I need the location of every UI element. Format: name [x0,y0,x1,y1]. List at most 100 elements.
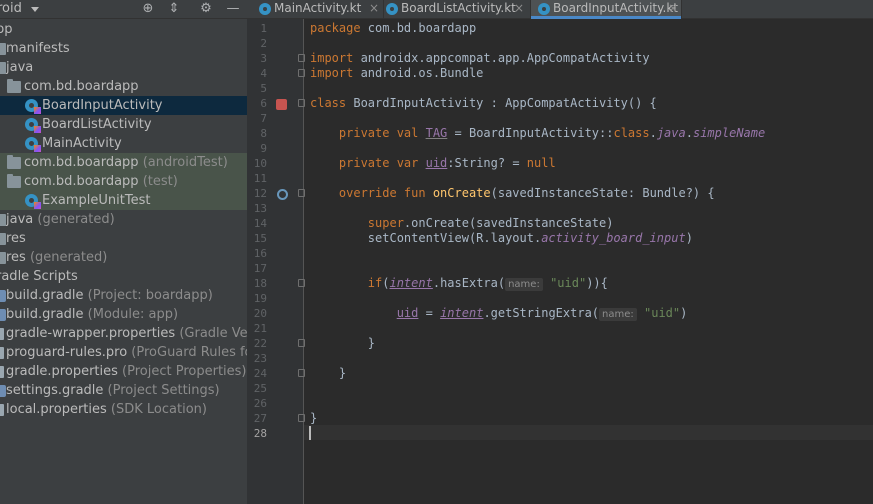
minimize-icon[interactable]: — [225,1,241,17]
tree-item-res[interactable]: res [0,229,247,248]
gear-icon[interactable]: ⚙ [198,1,214,17]
tree-item-label: com.bd.boardapp [24,79,139,94]
collapse-icon[interactable]: ⇕ [166,1,182,17]
properties-file-icon [0,328,4,340]
tree-item-package[interactable]: com.bd.boardapp [0,77,247,96]
tree-item-hint: (generated) [29,250,108,265]
tree-item-hint: (Project Settings) [107,383,220,398]
chevron-down-icon[interactable] [31,7,39,12]
tree-item-build-gradle-project[interactable]: build.gradle (Project: boardapp) [0,286,247,305]
code-line-10: private var uid:String? = null [338,156,556,170]
tree-item-label: BoardListActivity [42,117,152,132]
tab-mainactivity[interactable]: MainActivity.kt × [247,0,384,18]
line-number: 17 [253,262,267,275]
tree-item-label: BoardInputActivity [42,98,163,113]
tree-item-exampleunittest[interactable]: ExampleUnitTest [0,191,247,210]
code-line-14: super.onCreate(savedInstanceState) [367,216,614,230]
code-line-8: private val TAG = BoardInputActivity::cl… [338,126,766,140]
tree-item-label: manifests [6,41,70,56]
tree-item-build-gradle-module[interactable]: build.gradle (Module: app) [0,305,247,324]
tree-item-label: gradle-wrapper.properties [6,326,176,341]
line-number: 21 [253,322,267,335]
tree-item-hint: (Project: boardapp) [87,288,213,303]
tree-item-gradle-scripts[interactable]: radle Scripts [0,267,247,286]
line-number: 1 [260,22,267,35]
tree-item-label: build.gradle [6,307,84,322]
fold-marker-icon[interactable] [298,189,305,197]
tree-item-boardinputactivity[interactable]: BoardInputActivity [0,96,247,115]
line-number: 24 [253,367,267,380]
parameter-hint: name: [599,308,637,321]
tree-item-res-generated[interactable]: res (generated) [0,248,247,267]
properties-file-icon [0,366,4,378]
tree-item-gradle-wrapper-properties[interactable]: gradle-wrapper.properties (Gradle Vers [0,324,247,343]
line-number: 10 [253,157,267,170]
code-editor[interactable] [304,19,873,504]
tree-item-label: pp [0,22,13,37]
tree-item-label: radle Scripts [0,269,78,284]
code-line-15: setContentView(R.layout.activity_board_i… [367,231,693,245]
tree-item-proguard-rules[interactable]: proguard-rules.pro (ProGuard Rules fo [0,343,247,362]
tree-item-java-generated[interactable]: java (generated) [0,210,247,229]
override-marker-icon[interactable] [277,189,288,200]
tree-item-package-test[interactable]: com.bd.boardapp (test) [0,172,247,191]
fold-marker-icon[interactable] [298,339,305,347]
tab-label: BoardInputActivity.kt [553,1,678,15]
line-number: 3 [260,52,267,65]
code-line-4: import android.os.Bundle [310,66,484,80]
tree-item-label: java [6,212,34,227]
tree-item-mainactivity[interactable]: MainActivity [0,134,247,153]
line-number: 5 [260,82,267,95]
tree-item-hint: (test) [142,174,178,189]
tree-item-label: settings.gradle [6,383,104,398]
code-line-6: class BoardInputActivity : AppCompatActi… [310,96,657,110]
fold-marker-icon[interactable] [298,414,305,422]
tree-item-package-androidtest[interactable]: com.bd.boardapp (androidTest) [0,153,247,172]
close-icon[interactable]: × [369,0,379,17]
tree-item-local-properties[interactable]: local.properties (SDK Location) [0,400,247,419]
fold-marker-icon[interactable] [298,54,305,62]
code-line-24: } [338,366,347,380]
line-number: 23 [253,352,267,365]
tab-boardinputactivity[interactable]: BoardInputActivity.kt × [531,0,682,19]
line-number: 26 [253,397,267,410]
tree-item-gradle-properties[interactable]: gradle.properties (Project Properties) [0,362,247,381]
crosshair-icon[interactable]: ⊕ [140,1,156,17]
tab-boardlistactivity[interactable]: BoardListActivity.kt × [384,0,531,18]
tree-item-java[interactable]: java [0,58,247,77]
fold-marker-icon[interactable] [298,99,305,107]
package-icon [7,155,21,169]
project-view-selector[interactable]: roid [0,0,22,18]
code-line-22: } [367,336,376,350]
parameter-hint: name: [505,278,543,291]
package-icon [7,174,21,188]
tree-item-app[interactable]: pp [0,20,247,39]
tree-item-label: ExampleUnitTest [42,193,151,208]
code-line-27: } [310,411,318,425]
tree-item-hint: (ProGuard Rules fo [131,345,247,360]
fold-marker-icon[interactable] [298,69,305,77]
editor-tabs: MainActivity.kt × BoardListActivity.kt ×… [247,0,873,19]
layout-file-icon[interactable] [276,99,287,110]
kotlin-class-icon [25,194,41,209]
tree-item-label: com.bd.boardapp [24,174,139,189]
tree-item-manifests[interactable]: manifests [0,39,247,58]
close-icon[interactable]: × [514,0,524,17]
tree-item-boardlistactivity[interactable]: BoardListActivity [0,115,247,134]
tree-item-label: com.bd.boardapp [24,155,139,170]
project-panel: roid ⊕ ⇕ ⚙ — pp manifests java com.bd.bo… [0,0,247,504]
kotlin-class-icon [25,118,41,133]
line-number: 22 [253,337,267,350]
tree-item-settings-gradle[interactable]: settings.gradle (Project Settings) [0,381,247,400]
tree-item-label: res [6,250,26,265]
tree-item-label: proguard-rules.pro [6,345,128,360]
kotlin-file-icon [386,3,398,15]
fold-marker-icon[interactable] [298,279,305,287]
line-number-current: 28 [253,427,267,440]
code-line-1: package com.bd.boardapp [310,21,477,35]
fold-marker-icon[interactable] [298,369,305,377]
code-line-18: if(intent.hasExtra(name: "uid")){ [367,276,608,291]
tree-item-label: java [6,60,34,75]
close-icon[interactable]: × [668,0,678,17]
kotlin-class-icon [25,137,41,152]
